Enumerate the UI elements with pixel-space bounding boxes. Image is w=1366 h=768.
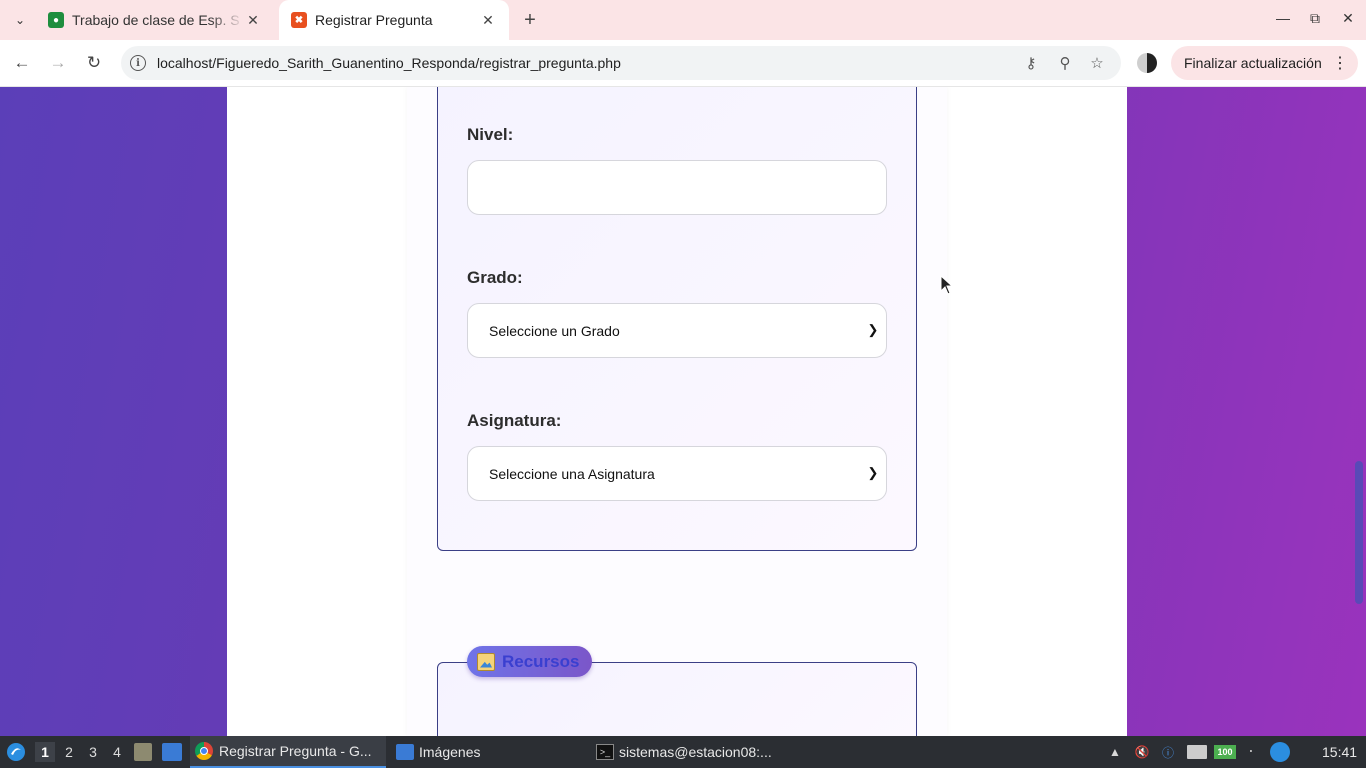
address-url[interactable]: localhost/Figueredo_Sarith_Guanentino_Re… (157, 55, 621, 71)
recursos-legend: Recursos (467, 646, 592, 677)
network-icon[interactable] (1187, 745, 1207, 759)
update-button[interactable]: Finalizar actualización ⋮ (1171, 46, 1358, 80)
workspace-4[interactable]: 4 (107, 742, 127, 762)
page-viewport: Nivel: Grado: Seleccione un Grado ❯ Asig… (0, 87, 1366, 736)
nivel-input[interactable] (467, 160, 887, 215)
tab-title: Registrar Pregunta (315, 12, 433, 28)
reload-icon[interactable]: ↻ (82, 51, 106, 75)
close-tab-icon[interactable]: ✕ (244, 12, 262, 29)
xampp-icon: ✖ (291, 12, 307, 28)
update-notification-icon[interactable]: ⓘ (1160, 744, 1176, 760)
grado-selected-value: Seleccione un Grado (489, 322, 620, 339)
browser-toolbar: ← → ↻ i localhost/Figueredo_Sarith_Guane… (0, 40, 1366, 87)
grado-select[interactable]: Seleccione un Grado ❯ (467, 303, 887, 358)
google-classroom-icon: ● (48, 12, 64, 28)
taskbar-window-label: Registrar Pregunta - G... (219, 743, 372, 759)
system-update-icon[interactable] (1270, 742, 1290, 762)
framed-picture-icon (477, 652, 495, 671)
taskbar-window-terminal[interactable]: >_ sistemas@estacion08:... (596, 736, 796, 768)
browser-tab-bar: ⌄ ● Trabajo de clase de Esp. S ✕ ✖ Regis… (0, 0, 1366, 40)
tab-title: Trabajo de clase de Esp. S (72, 12, 240, 28)
close-tab-icon[interactable]: ✕ (479, 12, 497, 29)
recursos-legend-label: Recursos (502, 651, 580, 671)
bluetooth-icon[interactable]: ᛫ (1243, 744, 1259, 760)
new-tab-icon[interactable]: + (518, 8, 542, 32)
workspace-2[interactable]: 2 (59, 742, 79, 762)
update-button-label: Finalizar actualización (1184, 55, 1322, 71)
mute-notifications-icon[interactable]: 🔇 (1134, 744, 1150, 760)
profile-avatar[interactable] (1137, 53, 1157, 73)
clock: 15:41 (1322, 744, 1358, 760)
terminal-icon: >_ (596, 744, 614, 760)
asignatura-select[interactable]: Seleccione una Asignatura ❯ (467, 446, 887, 501)
taskbar-window-label: Imágenes (419, 744, 481, 760)
nivel-label: Nivel: (467, 125, 514, 144)
workspace-3[interactable]: 3 (83, 742, 103, 762)
asignatura-selected-value: Seleccione una Asignatura (489, 465, 655, 482)
asignatura-label: Asignatura: (467, 411, 562, 430)
grado-label: Grado: (467, 268, 523, 287)
taskbar-window-images[interactable]: Imágenes (396, 736, 586, 768)
password-key-icon[interactable]: ⚷ (1021, 53, 1041, 73)
desktop-launcher-icon[interactable] (162, 743, 182, 761)
zoom-icon[interactable]: ⚲ (1055, 53, 1075, 73)
chrome-icon (195, 742, 213, 760)
site-info-icon[interactable]: i (130, 55, 146, 71)
chevron-down-icon: ❯ (867, 465, 879, 480)
file-manager-launcher-icon[interactable] (134, 743, 152, 761)
address-bar[interactable]: i localhost/Figueredo_Sarith_Guanentino_… (121, 46, 1121, 80)
start-menu-icon[interactable] (4, 736, 28, 768)
battery-icon[interactable]: 100 (1214, 745, 1236, 759)
battery-label: 100 (1217, 747, 1233, 757)
more-menu-icon[interactable]: ⋮ (1332, 53, 1348, 73)
taskbar-window-label: sistemas@estacion08:... (619, 744, 772, 760)
folder-icon (396, 744, 414, 760)
forward-icon[interactable]: → (46, 51, 70, 75)
tab-search-icon[interactable]: ⌄ (8, 8, 32, 32)
mouse-pointer-icon (940, 275, 954, 295)
minimize-icon[interactable]: — (1273, 10, 1293, 26)
scrollbar-thumb[interactable] (1355, 461, 1363, 604)
bookmark-star-icon[interactable]: ☆ (1087, 53, 1107, 73)
chevron-down-icon: ❯ (867, 322, 879, 337)
workspace-1[interactable]: 1 (35, 742, 55, 762)
page-scrollbar[interactable] (1352, 87, 1366, 736)
clipboard-icon[interactable]: ▲ (1107, 744, 1123, 760)
tab-trabajo-de-clase[interactable]: ● Trabajo de clase de Esp. S ✕ (36, 0, 274, 40)
taskbar-window-chrome[interactable]: Registrar Pregunta - G... (190, 736, 386, 768)
back-icon[interactable]: ← (10, 51, 34, 75)
taskbar: 1 2 3 4 Registrar Pregunta - G... Imágen… (0, 736, 1366, 768)
tab-registrar-pregunta[interactable]: ✖ Registrar Pregunta ✕ (279, 0, 509, 40)
restore-icon[interactable]: ⧉ (1305, 10, 1325, 27)
window-close-icon[interactable]: ✕ (1338, 10, 1358, 27)
